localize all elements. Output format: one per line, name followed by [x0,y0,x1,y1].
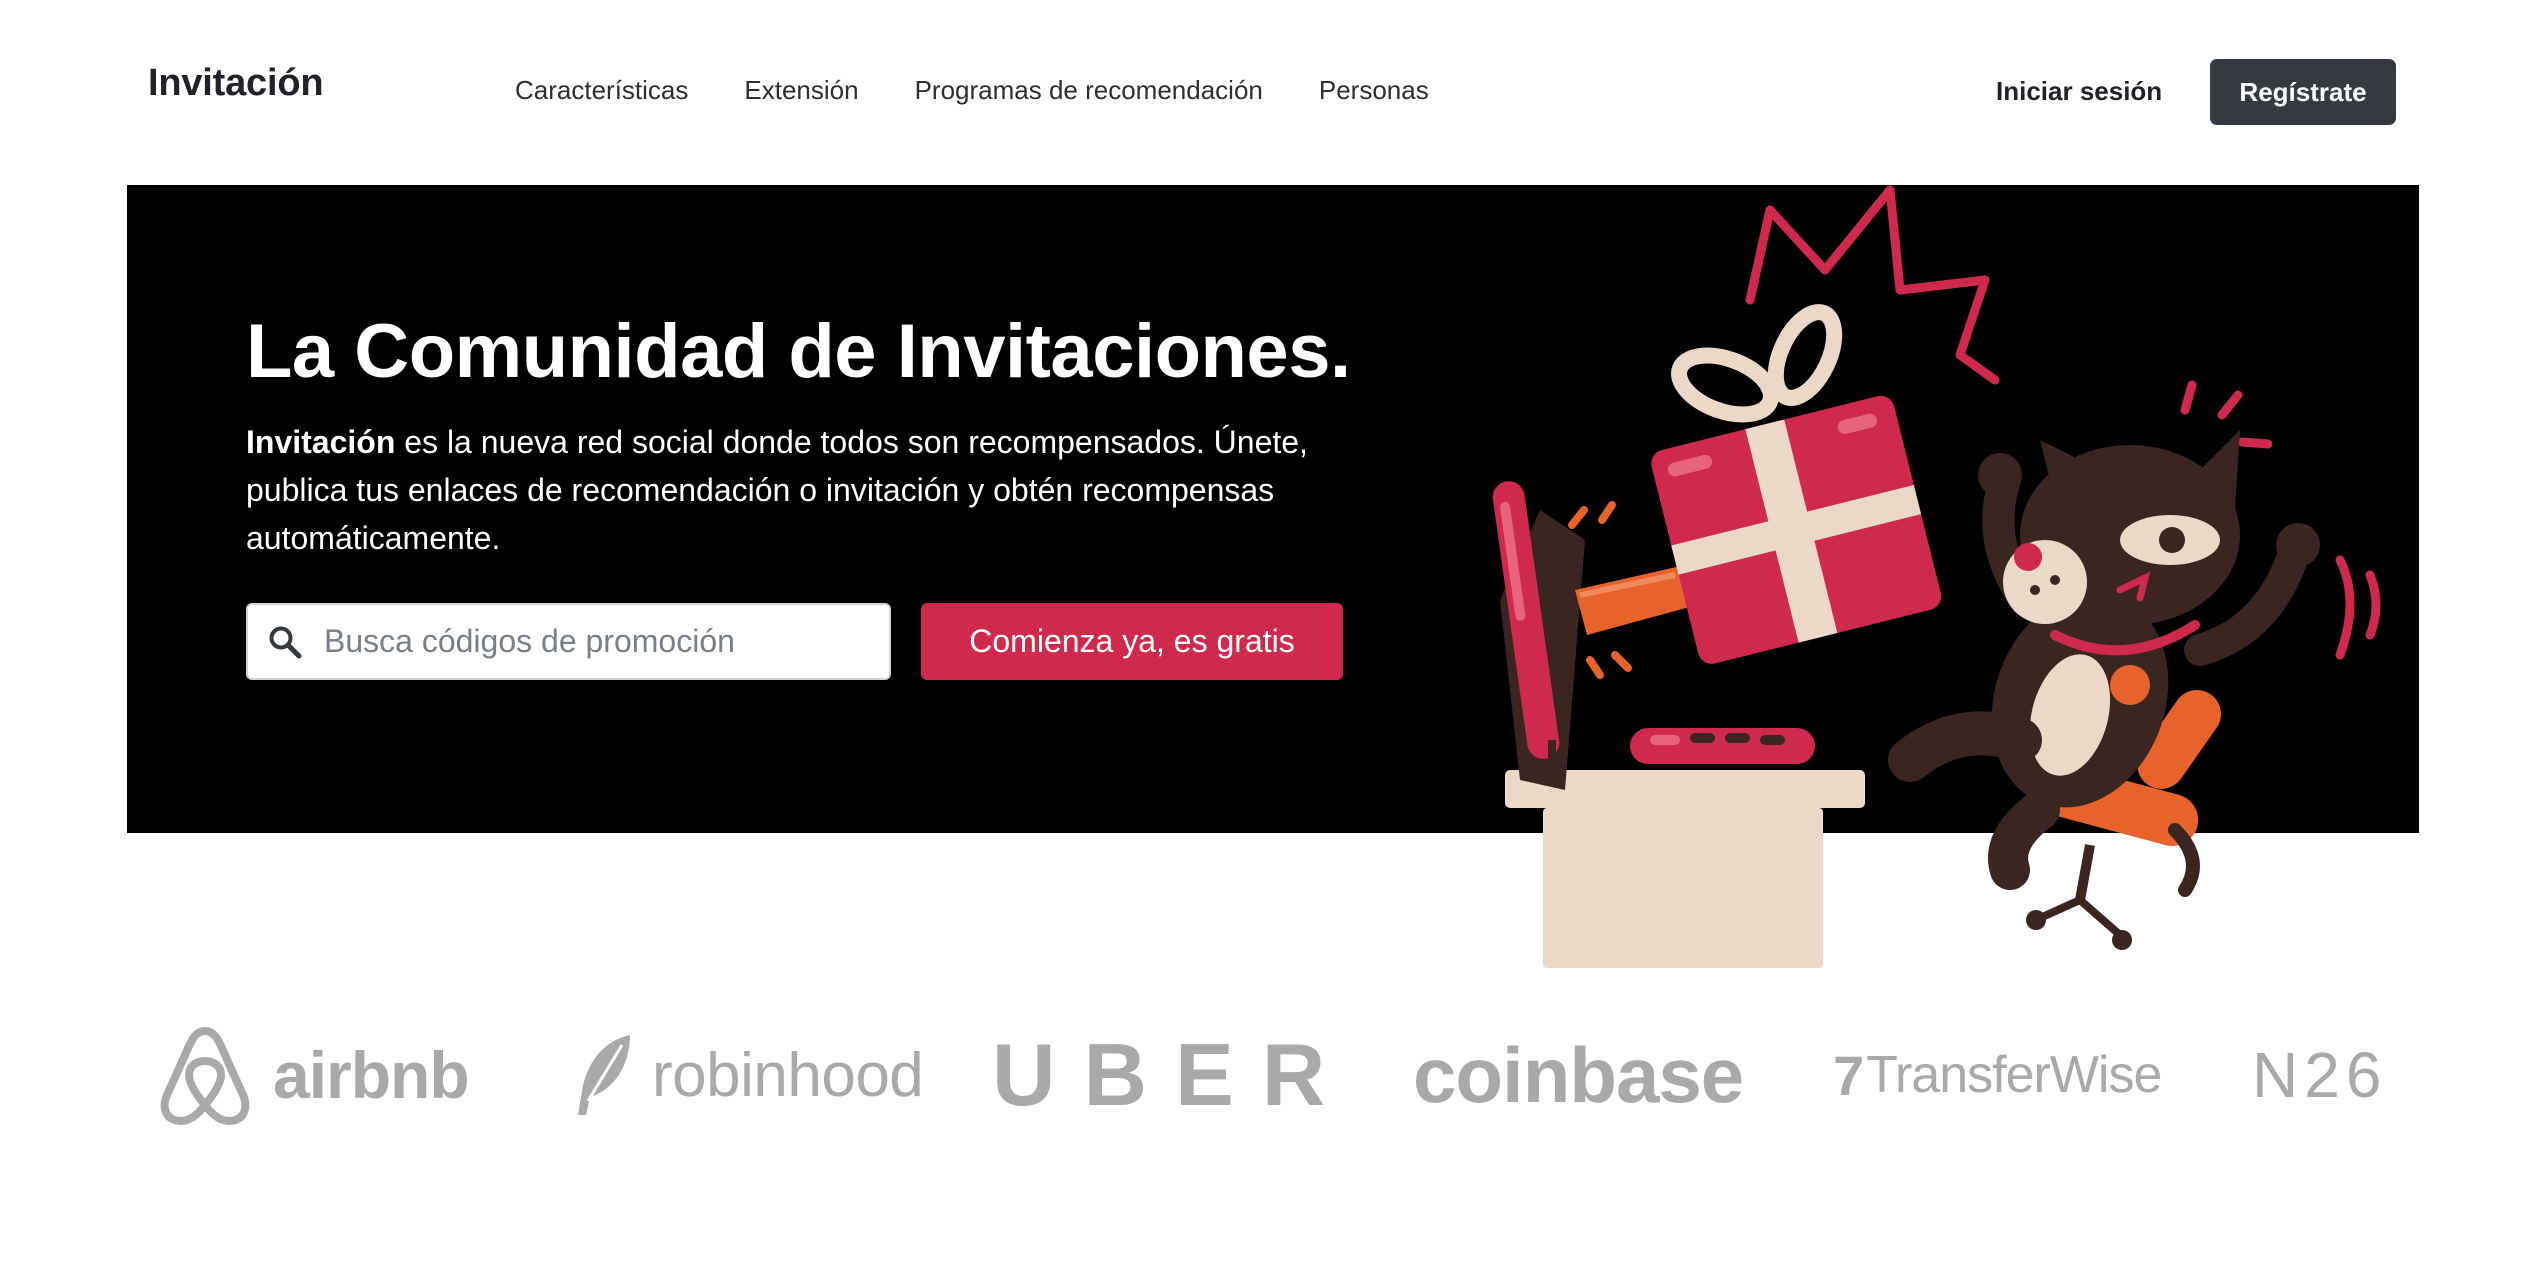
airbnb-logo: airbnb [155,1015,470,1135]
gift-box [1651,395,1942,664]
robinhood-logo: robinhood [572,1015,924,1135]
coinbase-wordmark: coinbase [1413,1030,1744,1119]
hero-description: Invitación es la nueva red social donde … [246,418,1396,562]
signup-button[interactable]: Regístrate [2210,59,2396,125]
main-nav: Características Extensión Programas de r… [515,70,1485,110]
keyboard [1630,728,1815,764]
transferwise-flag-icon: 7 [1833,1043,1865,1107]
monitor-stand [1548,740,1556,775]
spark-arc-1 [2335,555,2355,660]
spark-3 [2237,437,2273,449]
get-started-button[interactable]: Comienza ya, es gratis [921,603,1343,680]
transferwise-wordmark: TransferWise [1866,1046,2162,1104]
robinhood-feather-icon [578,1035,630,1115]
gift-bow-right [1767,304,1843,406]
n26-logo: N26 [2252,1015,2387,1135]
promo-search-box[interactable] [246,603,891,680]
airbnb-belo-icon [160,1027,250,1125]
gift-bow-left [1671,347,1779,423]
cat [1888,430,2320,950]
hero-illustration [1492,185,2381,968]
robinhood-wordmark: robinhood [652,1040,924,1110]
coinbase-logo: coinbase [1413,1015,1744,1135]
n26-wordmark: N26 [2252,1039,2388,1111]
transferwise-logo: 7 TransferWise [1833,1015,2162,1135]
partner-logos: airbnb robinhood UBER coinbase 7 Transfe… [150,1015,2390,1155]
hero-description-brand: Invitación [246,424,396,460]
uber-wordmark: UBER [992,1025,1354,1124]
nav-link-extension[interactable]: Extensión [744,70,858,110]
uber-logo: UBER [992,1015,1353,1135]
brand-logo[interactable]: Invitación [148,62,324,105]
hero-description-text: es la nueva red social donde todos son r… [246,424,1308,556]
hero-title: La Comunidad de Invitaciones. [246,309,1351,394]
search-icon [269,626,302,658]
nav-link-people[interactable]: Personas [1319,70,1429,110]
nav-link-referral-programs[interactable]: Programas de recomendación [915,70,1263,110]
login-link[interactable]: Iniciar sesión [1996,70,2162,112]
site-header: Invitación Características Extensión Pro… [0,0,2530,180]
spark-2 [2217,390,2243,420]
nav-link-features[interactable]: Características [515,70,688,110]
desk-body [1543,808,1823,968]
airbnb-wordmark: airbnb [273,1038,470,1112]
spark-arc-2 [2365,570,2381,640]
spark-1 [2180,380,2197,415]
promo-search-input[interactable] [322,622,882,661]
